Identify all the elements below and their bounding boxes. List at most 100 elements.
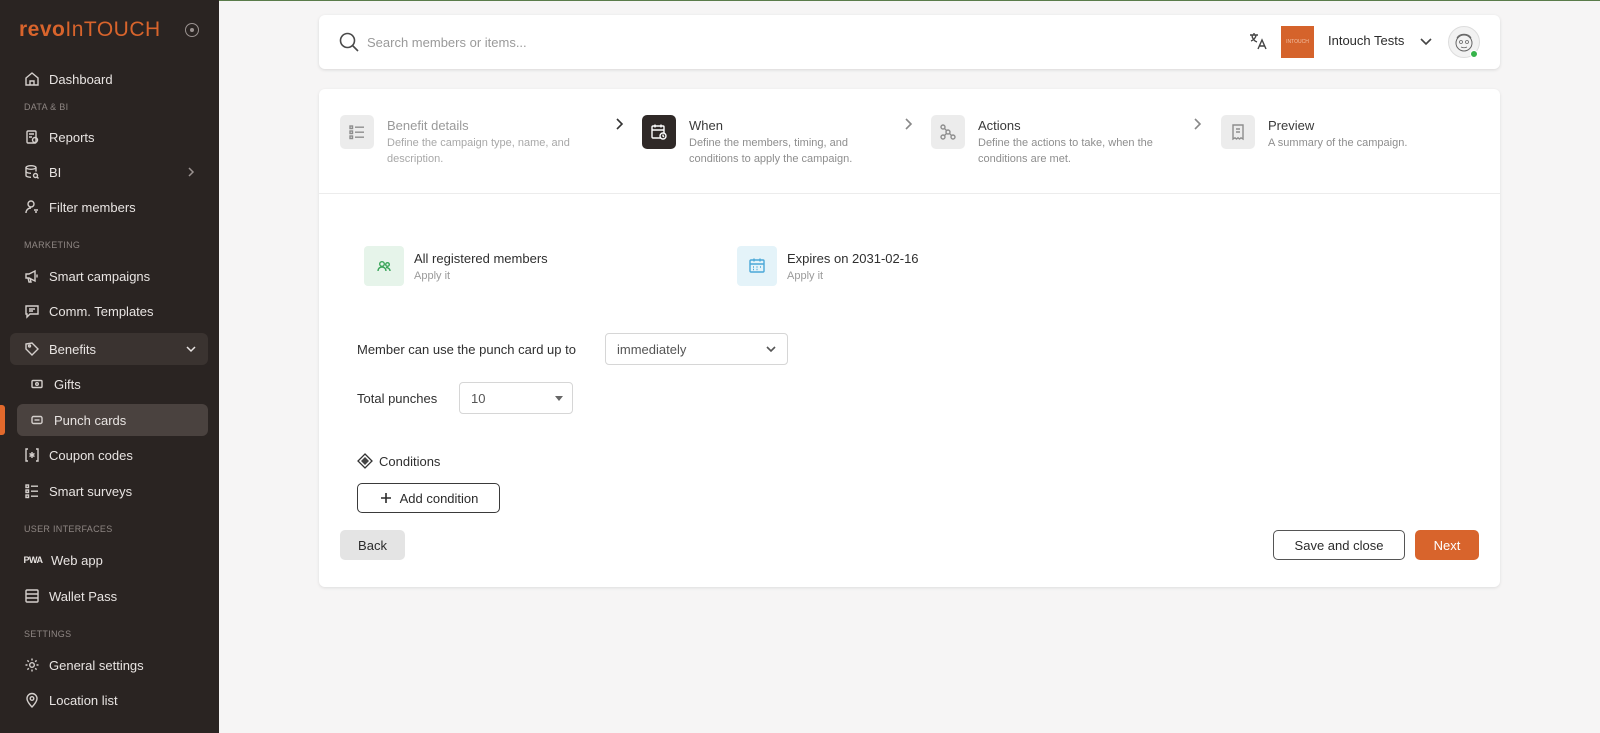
user-filter-icon xyxy=(24,199,40,215)
step-description: A summary of the campaign. xyxy=(1268,137,1408,149)
sidebar-item-dashboard[interactable]: Dashboard xyxy=(10,63,208,95)
brand-logo-thumbnail: INTOUCH xyxy=(1281,26,1314,58)
sidebar-item-comm-templates[interactable]: Comm. Templates xyxy=(10,295,208,327)
plus-icon xyxy=(380,493,391,503)
sidebar-item-filter-members[interactable]: Filter members xyxy=(10,191,208,223)
list-icon xyxy=(340,115,374,149)
sidebar-item-label: Wallet Pass xyxy=(49,588,118,604)
sidebar-item-label: Dashboard xyxy=(49,71,113,87)
chevron-right-icon xyxy=(1190,117,1204,131)
search-input[interactable] xyxy=(367,29,867,55)
online-status-dot xyxy=(1470,50,1478,58)
users-icon xyxy=(364,246,404,286)
brand-thumb-text: INTOUCH xyxy=(1286,39,1309,45)
megaphone-icon xyxy=(24,268,40,284)
tag-icon xyxy=(24,341,40,357)
chevron-right-icon xyxy=(612,117,626,131)
conditions-heading: Conditions xyxy=(357,453,440,469)
section-label-marketing: MARKETING xyxy=(24,240,81,250)
account-name[interactable]: Intouch Tests xyxy=(1328,33,1404,48)
wallet-icon xyxy=(24,588,40,604)
logo[interactable]: revoInTOUCH xyxy=(19,18,161,42)
sidebar-item-gifts[interactable]: Gifts xyxy=(17,368,208,400)
sidebar-item-bi[interactable]: BI xyxy=(10,156,208,188)
logo-part-intouch: InTOUCH xyxy=(65,18,161,41)
sidebar-item-label: Reports xyxy=(49,129,95,145)
logo-row: revoInTOUCH xyxy=(0,0,219,60)
active-indicator xyxy=(0,405,5,435)
summary-subtitle: Apply it xyxy=(414,269,451,282)
usage-limit-select[interactable]: immediately xyxy=(605,333,788,365)
sidebar-item-benefits[interactable]: Benefits xyxy=(10,333,208,365)
database-icon xyxy=(24,164,40,180)
campaign-wizard-card: Benefit details Define the campaign type… xyxy=(319,89,1500,587)
top-bar: INTOUCH Intouch Tests xyxy=(319,15,1500,69)
step-preview[interactable]: Preview A summary of the campaign. xyxy=(1221,115,1468,151)
caret-down-icon xyxy=(555,396,563,401)
message-icon xyxy=(24,303,40,319)
sidebar-item-smart-campaigns[interactable]: Smart campaigns xyxy=(10,260,208,292)
sidebar-item-web-app[interactable]: PWA Web app xyxy=(10,544,208,576)
sidebar-item-label: Filter members xyxy=(49,199,136,215)
sidebar-item-label: Gifts xyxy=(54,376,81,392)
calendar-icon xyxy=(737,246,777,286)
sidebar-item-label: Coupon codes xyxy=(49,447,133,463)
sidebar-item-location-list[interactable]: Location list xyxy=(10,684,208,716)
sidebar-item-label: Comm. Templates xyxy=(49,303,154,319)
sidebar-item-reports[interactable]: Reports xyxy=(10,121,208,153)
diamond-icon xyxy=(357,453,373,469)
section-label-settings: SETTINGS xyxy=(24,629,72,639)
card-icon xyxy=(29,412,45,428)
step-actions[interactable]: Actions Define the actions to take, when… xyxy=(931,115,1178,167)
chevron-down-icon xyxy=(765,343,777,355)
chevron-down-icon[interactable] xyxy=(1419,34,1433,48)
sidebar-item-smart-surveys[interactable]: Smart surveys xyxy=(10,475,208,507)
sidebar: revoInTOUCH Dashboard DATA & BI Reports … xyxy=(0,0,219,733)
step-description: Define the members, timing, and conditio… xyxy=(689,137,853,165)
sidebar-item-punch-cards[interactable]: Punch cards xyxy=(17,404,208,436)
step-when[interactable]: When Define the members, timing, and con… xyxy=(642,115,889,167)
logo-part-revo: revo xyxy=(19,18,66,41)
step-benefit-details[interactable]: Benefit details Define the campaign type… xyxy=(340,115,587,167)
section-label-data-bi: DATA & BI xyxy=(24,102,69,112)
chevron-right-icon xyxy=(901,117,915,131)
total-punches-label: Total punches xyxy=(357,391,438,406)
sidebar-toggle-icon[interactable] xyxy=(185,23,199,37)
next-button[interactable]: Next xyxy=(1415,530,1479,560)
step-title: Preview xyxy=(1268,118,1315,133)
pwa-icon: PWA xyxy=(23,555,44,565)
save-and-close-button[interactable]: Save and close xyxy=(1273,530,1405,560)
sidebar-item-label: BI xyxy=(49,164,62,180)
chevron-down-icon xyxy=(184,342,198,356)
select-value: immediately xyxy=(617,341,687,357)
chevron-right-icon xyxy=(184,165,198,179)
section-label-user-interfaces: USER INTERFACES xyxy=(24,524,113,534)
step-description: Define the campaign type, name, and desc… xyxy=(387,137,570,165)
search-icon xyxy=(338,31,360,53)
sidebar-item-label: Smart surveys xyxy=(49,483,133,499)
members-summary[interactable]: All registered members Apply it xyxy=(364,246,548,286)
gear-icon xyxy=(24,657,40,673)
workflow-icon xyxy=(931,115,965,149)
sidebar-item-label: Smart campaigns xyxy=(49,268,151,284)
back-button[interactable]: Back xyxy=(340,530,405,560)
sidebar-item-label: General settings xyxy=(49,657,144,673)
report-icon xyxy=(24,129,40,145)
gift-card-icon xyxy=(29,376,45,392)
conditions-title-text: Conditions xyxy=(379,453,441,469)
sidebar-item-wallet-pass[interactable]: Wallet Pass xyxy=(10,580,208,612)
translate-icon[interactable] xyxy=(1248,31,1268,51)
step-title: When xyxy=(689,118,723,133)
add-condition-button[interactable]: Add condition xyxy=(357,483,500,513)
sidebar-item-coupon-codes[interactable]: Coupon codes xyxy=(10,439,208,471)
summary-title: All registered members xyxy=(414,250,548,266)
coupon-code-icon xyxy=(24,447,40,463)
wizard-stepper: Benefit details Define the campaign type… xyxy=(319,89,1500,194)
expiry-summary[interactable]: Expires on 2031-02-16 Apply it xyxy=(737,246,919,286)
summary-title: Expires on 2031-02-16 xyxy=(787,250,919,266)
sidebar-item-general-settings[interactable]: General settings xyxy=(10,649,208,681)
total-punches-select[interactable]: 10 xyxy=(459,382,573,414)
usage-limit-label: Member can use the punch card up to xyxy=(357,342,576,357)
sidebar-item-label: Web app xyxy=(51,552,103,568)
step-title: Actions xyxy=(978,118,1021,133)
